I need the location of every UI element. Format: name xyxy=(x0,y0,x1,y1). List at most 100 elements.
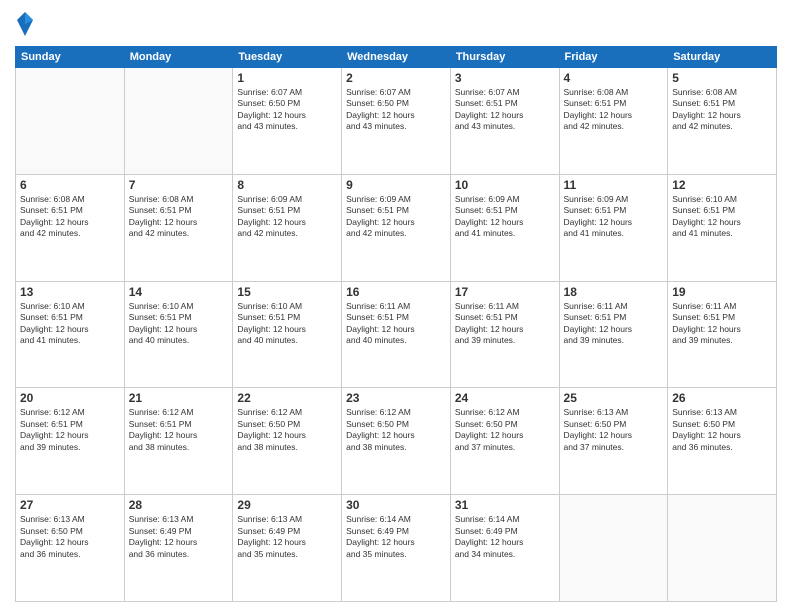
day-number: 21 xyxy=(129,391,229,405)
day-info: Sunrise: 6:11 AM Sunset: 6:51 PM Dayligh… xyxy=(346,301,446,347)
calendar-cell: 6 Sunrise: 6:08 AM Sunset: 6:51 PM Daylig… xyxy=(16,174,125,281)
day-number: 10 xyxy=(455,178,555,192)
day-info: Sunrise: 6:13 AM Sunset: 6:50 PM Dayligh… xyxy=(20,514,120,560)
calendar-day-header: Sunday xyxy=(16,47,125,68)
calendar-cell: 14Sunrise: 6:10 AM Sunset: 6:51 PM Dayli… xyxy=(124,281,233,388)
calendar-cell: 20Sunrise: 6:12 AM Sunset: 6:51 PM Dayli… xyxy=(16,388,125,495)
calendar-cell: 9 Sunrise: 6:09 AM Sunset: 6:51 PM Daylig… xyxy=(342,174,451,281)
calendar-cell: 27 Sunrise: 6:13 AM Sunset: 6:50 PM Dayli… xyxy=(16,495,125,602)
day-number: 3 xyxy=(455,71,555,85)
day-number: 26 xyxy=(672,391,772,405)
day-info: Sunrise: 6:08 AM Sunset: 6:51 PM Dayligh… xyxy=(129,194,229,240)
calendar-cell xyxy=(559,495,668,602)
day-number: 2 xyxy=(346,71,446,85)
day-number: 15 xyxy=(237,285,337,299)
day-info: Sunrise: 6:14 AM Sunset: 6:49 PM Dayligh… xyxy=(346,514,446,560)
day-number: 28 xyxy=(129,498,229,512)
calendar-day-header: Wednesday xyxy=(342,47,451,68)
calendar-cell xyxy=(668,495,777,602)
day-number: 13 xyxy=(20,285,120,299)
calendar-day-header: Tuesday xyxy=(233,47,342,68)
calendar-cell: 24Sunrise: 6:12 AM Sunset: 6:50 PM Dayli… xyxy=(450,388,559,495)
calendar-cell: 21 Sunrise: 6:12 AM Sunset: 6:51 PM Dayli… xyxy=(124,388,233,495)
day-info: Sunrise: 6:12 AM Sunset: 6:50 PM Dayligh… xyxy=(237,407,337,453)
day-info: Sunrise: 6:10 AM Sunset: 6:51 PM Dayligh… xyxy=(672,194,772,240)
day-number: 11 xyxy=(564,178,664,192)
day-number: 27 xyxy=(20,498,120,512)
day-number: 8 xyxy=(237,178,337,192)
calendar-cell: 2 Sunrise: 6:07 AM Sunset: 6:50 PM Daylig… xyxy=(342,68,451,175)
calendar-cell: 16 Sunrise: 6:11 AM Sunset: 6:51 PM Dayli… xyxy=(342,281,451,388)
calendar-cell: 18Sunrise: 6:11 AM Sunset: 6:51 PM Dayli… xyxy=(559,281,668,388)
calendar-cell xyxy=(124,68,233,175)
calendar-cell: 12 Sunrise: 6:10 AM Sunset: 6:51 PM Dayli… xyxy=(668,174,777,281)
day-info: Sunrise: 6:09 AM Sunset: 6:51 PM Dayligh… xyxy=(237,194,337,240)
day-info: Sunrise: 6:09 AM Sunset: 6:51 PM Dayligh… xyxy=(455,194,555,240)
day-number: 6 xyxy=(20,178,120,192)
day-number: 16 xyxy=(346,285,446,299)
calendar-table: SundayMondayTuesdayWednesdayThursdayFrid… xyxy=(15,46,777,602)
day-info: Sunrise: 6:08 AM Sunset: 6:51 PM Dayligh… xyxy=(20,194,120,240)
logo xyxy=(15,10,39,38)
day-number: 22 xyxy=(237,391,337,405)
calendar-cell: 13 Sunrise: 6:10 AM Sunset: 6:51 PM Dayli… xyxy=(16,281,125,388)
calendar-cell: 5 Sunrise: 6:08 AM Sunset: 6:51 PM Daylig… xyxy=(668,68,777,175)
day-info: Sunrise: 6:07 AM Sunset: 6:51 PM Dayligh… xyxy=(455,87,555,133)
day-number: 31 xyxy=(455,498,555,512)
day-info: Sunrise: 6:13 AM Sunset: 6:49 PM Dayligh… xyxy=(237,514,337,560)
day-info: Sunrise: 6:12 AM Sunset: 6:50 PM Dayligh… xyxy=(346,407,446,453)
calendar-cell: 30 Sunrise: 6:14 AM Sunset: 6:49 PM Dayli… xyxy=(342,495,451,602)
calendar-cell: 11 Sunrise: 6:09 AM Sunset: 6:51 PM Dayli… xyxy=(559,174,668,281)
calendar-cell: 3 Sunrise: 6:07 AM Sunset: 6:51 PM Daylig… xyxy=(450,68,559,175)
logo-icon xyxy=(15,10,35,38)
day-info: Sunrise: 6:12 AM Sunset: 6:51 PM Dayligh… xyxy=(129,407,229,453)
calendar-cell: 31 Sunrise: 6:14 AM Sunset: 6:49 PM Dayli… xyxy=(450,495,559,602)
day-number: 5 xyxy=(672,71,772,85)
calendar-header-row: SundayMondayTuesdayWednesdayThursdayFrid… xyxy=(16,47,777,68)
calendar-cell: 17 Sunrise: 6:11 AM Sunset: 6:51 PM Dayli… xyxy=(450,281,559,388)
day-number: 20 xyxy=(20,391,120,405)
day-info: Sunrise: 6:11 AM Sunset: 6:51 PM Dayligh… xyxy=(455,301,555,347)
calendar-cell: 1 Sunrise: 6:07 AM Sunset: 6:50 PM Daylig… xyxy=(233,68,342,175)
calendar-cell xyxy=(16,68,125,175)
day-info: Sunrise: 6:10 AM Sunset: 6:51 PM Dayligh… xyxy=(20,301,120,347)
day-number: 19 xyxy=(672,285,772,299)
day-info: Sunrise: 6:12 AM Sunset: 6:50 PM Dayligh… xyxy=(455,407,555,453)
day-info: Sunrise: 6:07 AM Sunset: 6:50 PM Dayligh… xyxy=(237,87,337,133)
calendar-day-header: Monday xyxy=(124,47,233,68)
day-info: Sunrise: 6:07 AM Sunset: 6:50 PM Dayligh… xyxy=(346,87,446,133)
day-info: Sunrise: 6:10 AM Sunset: 6:51 PM Dayligh… xyxy=(129,301,229,347)
day-number: 23 xyxy=(346,391,446,405)
calendar-cell: 8 Sunrise: 6:09 AM Sunset: 6:51 PM Daylig… xyxy=(233,174,342,281)
day-number: 7 xyxy=(129,178,229,192)
day-number: 12 xyxy=(672,178,772,192)
day-number: 1 xyxy=(237,71,337,85)
day-info: Sunrise: 6:09 AM Sunset: 6:51 PM Dayligh… xyxy=(564,194,664,240)
day-number: 25 xyxy=(564,391,664,405)
calendar-cell: 19 Sunrise: 6:11 AM Sunset: 6:51 PM Dayli… xyxy=(668,281,777,388)
day-info: Sunrise: 6:10 AM Sunset: 6:51 PM Dayligh… xyxy=(237,301,337,347)
day-info: Sunrise: 6:11 AM Sunset: 6:51 PM Dayligh… xyxy=(672,301,772,347)
calendar-cell: 26 Sunrise: 6:13 AM Sunset: 6:50 PM Dayli… xyxy=(668,388,777,495)
day-info: Sunrise: 6:13 AM Sunset: 6:49 PM Dayligh… xyxy=(129,514,229,560)
day-info: Sunrise: 6:14 AM Sunset: 6:49 PM Dayligh… xyxy=(455,514,555,560)
day-info: Sunrise: 6:13 AM Sunset: 6:50 PM Dayligh… xyxy=(672,407,772,453)
day-number: 17 xyxy=(455,285,555,299)
calendar-cell: 15 Sunrise: 6:10 AM Sunset: 6:51 PM Dayli… xyxy=(233,281,342,388)
day-number: 30 xyxy=(346,498,446,512)
calendar-cell: 4Sunrise: 6:08 AM Sunset: 6:51 PM Daylig… xyxy=(559,68,668,175)
calendar-cell: 7 Sunrise: 6:08 AM Sunset: 6:51 PM Daylig… xyxy=(124,174,233,281)
calendar-cell: 25Sunrise: 6:13 AM Sunset: 6:50 PM Dayli… xyxy=(559,388,668,495)
day-info: Sunrise: 6:11 AM Sunset: 6:51 PM Dayligh… xyxy=(564,301,664,347)
day-number: 9 xyxy=(346,178,446,192)
header xyxy=(15,10,777,38)
calendar-week-row: 27 Sunrise: 6:13 AM Sunset: 6:50 PM Dayli… xyxy=(16,495,777,602)
day-number: 29 xyxy=(237,498,337,512)
page: SundayMondayTuesdayWednesdayThursdayFrid… xyxy=(0,0,792,612)
day-info: Sunrise: 6:09 AM Sunset: 6:51 PM Dayligh… xyxy=(346,194,446,240)
day-info: Sunrise: 6:08 AM Sunset: 6:51 PM Dayligh… xyxy=(672,87,772,133)
calendar-cell: 23 Sunrise: 6:12 AM Sunset: 6:50 PM Dayli… xyxy=(342,388,451,495)
calendar-week-row: 20 Sunrise: 6:12 AM Sunset: 6:51 PM Dayli… xyxy=(16,388,777,495)
calendar-cell: 22 Sunrise: 6:12 AM Sunset: 6:50 PM Dayli… xyxy=(233,388,342,495)
calendar-cell: 10 Sunrise: 6:09 AM Sunset: 6:51 PM Dayli… xyxy=(450,174,559,281)
